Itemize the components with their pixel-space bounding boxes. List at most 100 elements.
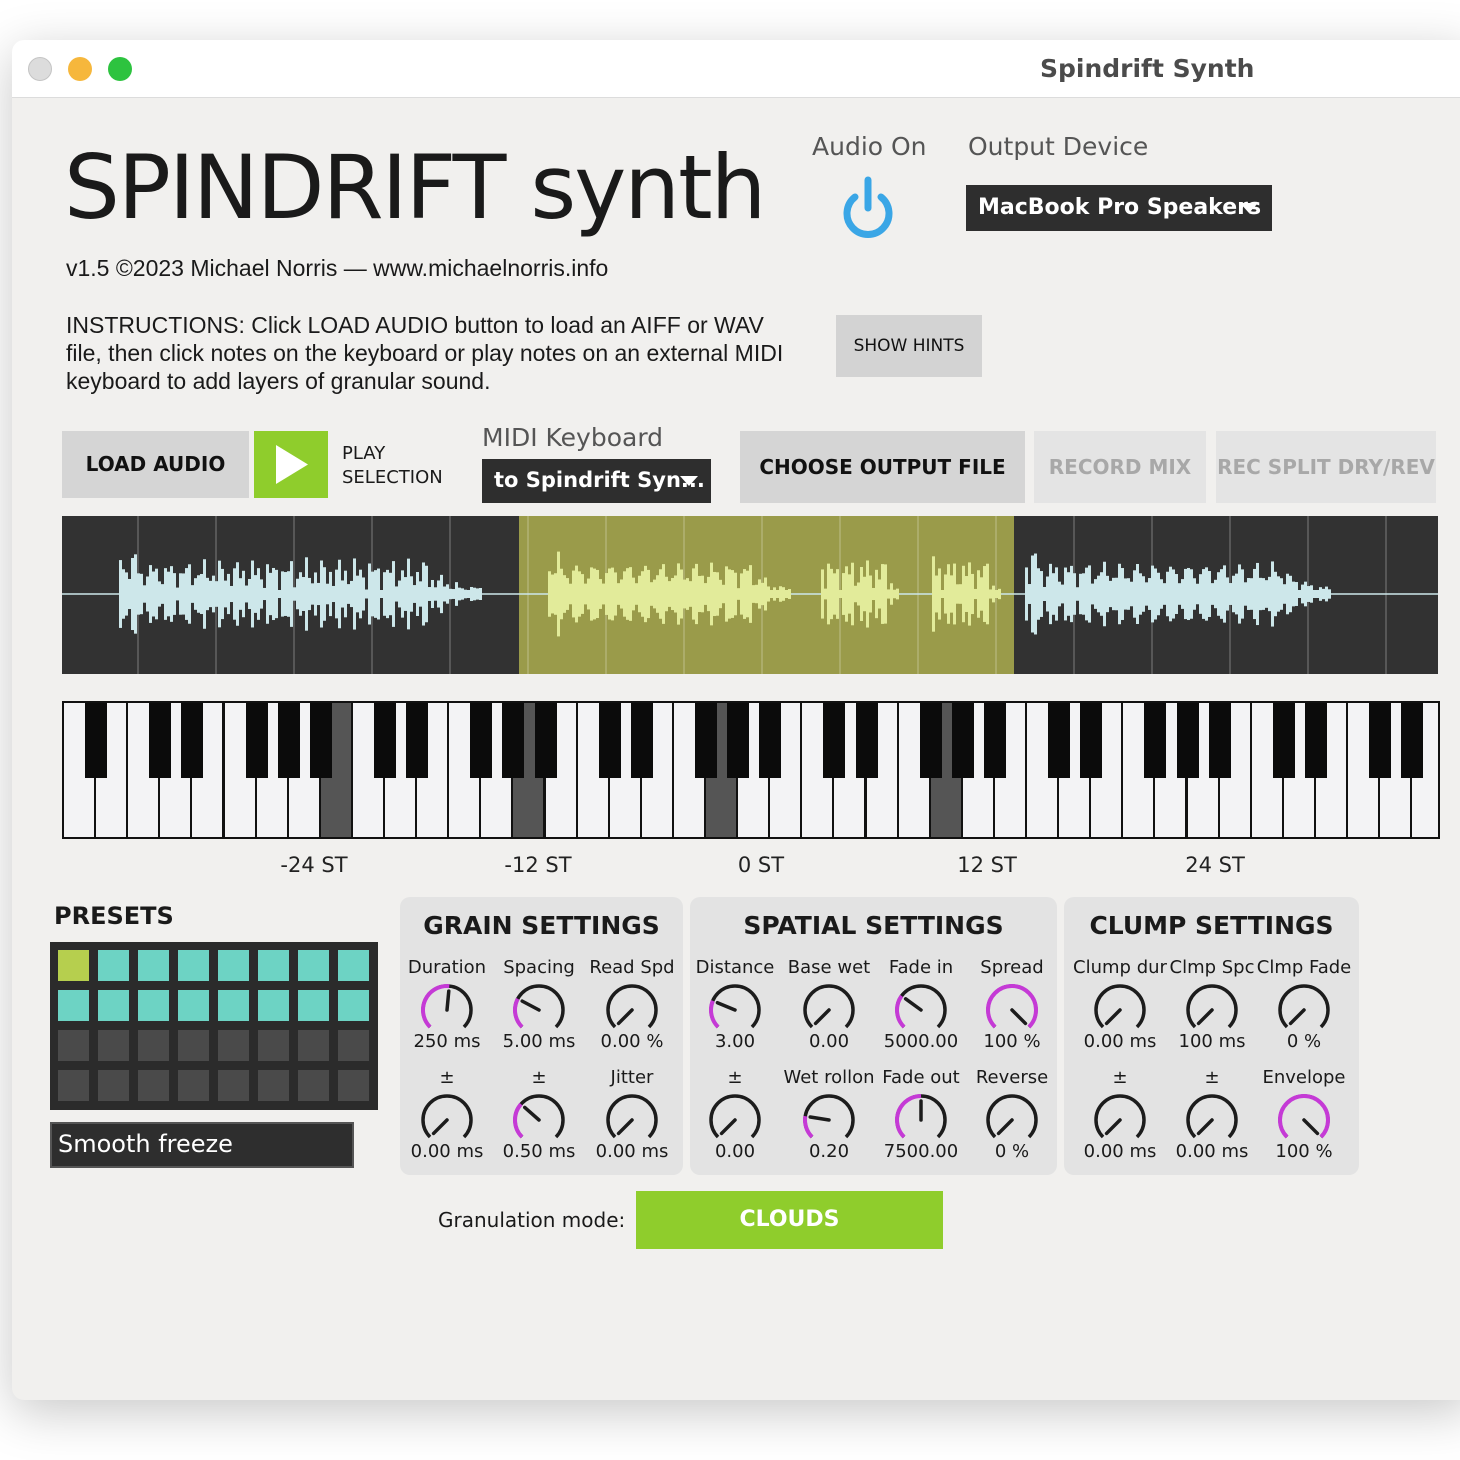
preset-slot[interactable] xyxy=(338,950,369,981)
preset-slot[interactable] xyxy=(298,990,329,1021)
preset-slot[interactable] xyxy=(138,1030,169,1061)
preset-slot-active[interactable] xyxy=(58,950,89,981)
black-key[interactable] xyxy=(406,703,429,778)
black-key[interactable] xyxy=(181,703,204,778)
waveform-sample xyxy=(329,571,332,617)
black-key[interactable] xyxy=(919,703,942,778)
preset-slot[interactable] xyxy=(178,990,209,1021)
waveform-sample xyxy=(1319,587,1322,601)
waveform-sample xyxy=(1040,571,1043,617)
show-hints-button[interactable]: SHOW HINTS xyxy=(836,315,982,377)
black-key[interactable] xyxy=(1272,703,1295,778)
preset-slot[interactable] xyxy=(58,1030,89,1061)
waveform-sample xyxy=(1166,571,1169,617)
black-key[interactable] xyxy=(1080,703,1103,778)
waveform-sample xyxy=(1256,562,1259,626)
preset-slot[interactable] xyxy=(98,990,129,1021)
waveform-sample xyxy=(1130,581,1133,607)
piano-keyboard[interactable] xyxy=(62,701,1440,839)
choose-output-file-button[interactable]: CHOOSE OUTPUT FILE xyxy=(740,431,1025,503)
preset-slot[interactable] xyxy=(298,1070,329,1101)
waveform-sample xyxy=(128,578,131,610)
waveform-sample xyxy=(1163,583,1166,605)
black-key[interactable] xyxy=(245,703,268,778)
preset-slot[interactable] xyxy=(98,1070,129,1101)
load-audio-button[interactable]: LOAD AUDIO xyxy=(62,431,249,498)
waveform-display[interactable] xyxy=(62,516,1438,674)
black-key[interactable] xyxy=(727,703,750,778)
black-key[interactable] xyxy=(630,703,653,778)
black-key[interactable] xyxy=(1144,703,1167,778)
black-key[interactable] xyxy=(1369,703,1392,778)
preset-slot[interactable] xyxy=(138,990,169,1021)
black-key[interactable] xyxy=(823,703,846,778)
minimize-window-button[interactable] xyxy=(68,57,92,81)
close-window-button[interactable] xyxy=(28,57,52,81)
play-selection-button[interactable] xyxy=(254,431,328,498)
black-key[interactable] xyxy=(374,703,396,778)
preset-slot[interactable] xyxy=(58,990,89,1021)
waveform-sample xyxy=(1103,561,1106,627)
preset-slot[interactable] xyxy=(58,1070,89,1101)
rec-split-dry-rev-button[interactable]: REC SPLIT DRY/REV xyxy=(1216,431,1436,503)
st-label-24: 24 ST xyxy=(1185,853,1245,877)
black-key[interactable] xyxy=(470,703,493,778)
waveform-sample xyxy=(332,585,335,603)
preset-slot[interactable] xyxy=(178,1030,209,1061)
preset-slot[interactable] xyxy=(258,1030,289,1061)
waveform-sample xyxy=(1148,578,1151,610)
black-key[interactable] xyxy=(534,703,557,778)
waveform-sample xyxy=(1316,590,1319,598)
preset-slot[interactable] xyxy=(258,950,289,981)
black-key[interactable] xyxy=(1048,703,1071,778)
preset-slot[interactable] xyxy=(138,950,169,981)
waveform-sample xyxy=(296,578,299,610)
preset-slot[interactable] xyxy=(218,990,249,1021)
black-key[interactable] xyxy=(1176,703,1199,778)
waveform-sample xyxy=(764,577,767,611)
preset-slot[interactable] xyxy=(298,950,329,981)
preset-slot[interactable] xyxy=(218,1030,249,1061)
preset-slot[interactable] xyxy=(258,1070,289,1101)
black-key[interactable] xyxy=(1401,703,1424,778)
black-key[interactable] xyxy=(983,703,1006,778)
preset-slot[interactable] xyxy=(338,1030,369,1061)
preset-slot[interactable] xyxy=(258,990,289,1021)
preset-slot[interactable] xyxy=(178,1070,209,1101)
black-key[interactable] xyxy=(855,703,878,778)
waveform-sample xyxy=(617,583,620,605)
record-mix-button[interactable]: RECORD MIX xyxy=(1034,431,1206,503)
black-key[interactable] xyxy=(598,703,621,778)
waveform-sample xyxy=(1283,584,1286,604)
black-key[interactable] xyxy=(277,703,300,778)
waveform-sample xyxy=(1187,567,1190,621)
black-key[interactable] xyxy=(759,703,782,778)
preset-name-field[interactable]: Smooth freeze xyxy=(50,1122,354,1168)
preset-slot[interactable] xyxy=(138,1070,169,1101)
preset-slot[interactable] xyxy=(98,950,129,981)
granulation-mode-button[interactable]: CLOUDS xyxy=(636,1191,943,1249)
waveform-sample xyxy=(668,581,671,607)
preset-slot[interactable] xyxy=(338,1070,369,1101)
midi-keyboard-dropdown[interactable]: to Spindrift Syn... xyxy=(482,459,711,503)
black-key[interactable] xyxy=(1304,703,1327,778)
black-key[interactable] xyxy=(149,703,172,778)
preset-slot[interactable] xyxy=(98,1030,129,1061)
black-key[interactable] xyxy=(951,703,974,778)
waveform-sample xyxy=(1106,575,1109,613)
waveform-sample xyxy=(602,583,605,605)
preset-slot[interactable] xyxy=(178,950,209,981)
preset-slot[interactable] xyxy=(218,1070,249,1101)
preset-slot[interactable] xyxy=(338,990,369,1021)
black-key[interactable] xyxy=(309,703,332,778)
output-device-dropdown[interactable]: MacBook Pro Speakers xyxy=(966,185,1272,231)
black-key[interactable] xyxy=(1208,703,1231,778)
black-key[interactable] xyxy=(695,703,717,778)
waveform-sample xyxy=(122,569,125,619)
preset-slot[interactable] xyxy=(298,1030,329,1061)
black-key[interactable] xyxy=(502,703,525,778)
power-icon[interactable] xyxy=(838,174,898,240)
preset-slot[interactable] xyxy=(218,950,249,981)
zoom-window-button[interactable] xyxy=(108,57,132,81)
black-key[interactable] xyxy=(85,703,108,778)
